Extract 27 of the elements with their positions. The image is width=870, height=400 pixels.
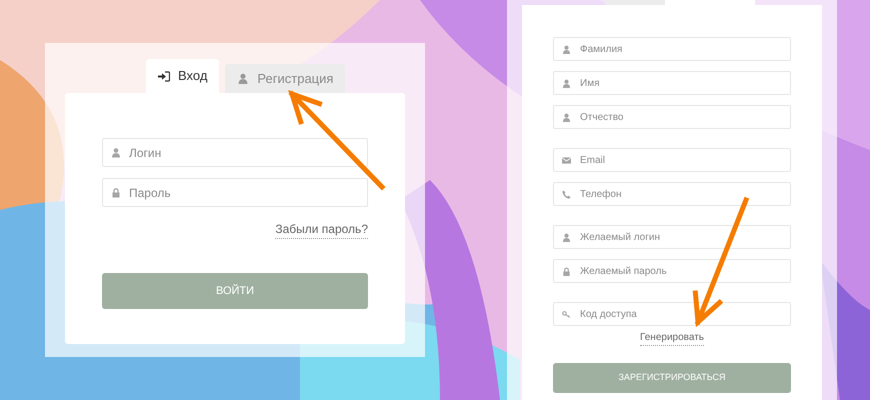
tab[interactable] <box>605 0 665 5</box>
tab[interactable]: Вход <box>146 59 220 93</box>
input-field[interactable]: Email <box>553 148 791 172</box>
input-field[interactable]: Код доступа <box>553 302 791 326</box>
input-field[interactable]: Имя <box>553 71 791 95</box>
tab[interactable] <box>665 0 755 5</box>
input-field[interactable]: Фамилия <box>553 37 791 61</box>
phone-icon <box>562 190 571 198</box>
input-field[interactable]: Логин <box>102 138 368 167</box>
person-icon <box>562 78 571 88</box>
key-icon <box>562 310 571 318</box>
input-field[interactable]: Телефон <box>553 182 791 206</box>
tab[interactable]: Регистрация <box>225 64 346 93</box>
forgot-password-link[interactable]: Забыли пароль? <box>275 220 368 239</box>
input-field[interactable]: Желаемый логин <box>553 225 791 249</box>
person-icon <box>237 73 250 84</box>
person-icon <box>562 112 571 122</box>
input-field[interactable]: Отчество <box>553 105 791 129</box>
lock-icon <box>111 187 121 198</box>
person-icon <box>111 147 121 158</box>
person-icon <box>562 232 571 242</box>
lock-icon <box>562 266 571 276</box>
person-icon <box>562 44 571 54</box>
sign-in-icon <box>158 70 170 82</box>
input-field[interactable]: Желаемый пароль <box>553 259 791 283</box>
input-field[interactable]: Пароль <box>102 178 368 207</box>
generate-link[interactable]: Генерировать <box>640 330 704 346</box>
